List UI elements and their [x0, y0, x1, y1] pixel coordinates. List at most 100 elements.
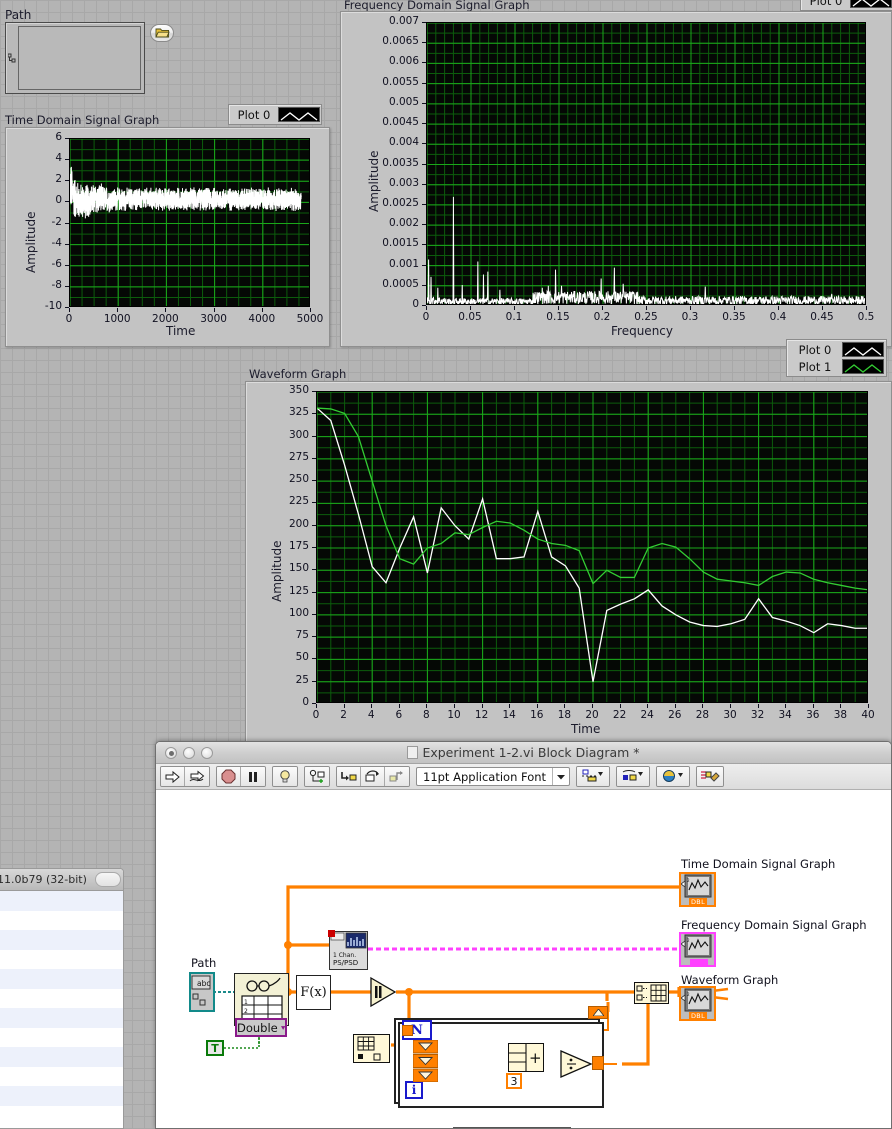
time-graph-ylabel: Amplitude [24, 211, 38, 274]
zoom-button[interactable] [201, 746, 213, 759]
time-domain-signal-graph-terminal[interactable]: 2 DBL [679, 872, 716, 907]
chevron-down-icon[interactable] [552, 768, 569, 785]
y-tickmark [422, 244, 426, 246]
loop-input-tunnel[interactable] [402, 1025, 413, 1036]
x-tickmark [822, 306, 823, 310]
block-diagram-titlebar[interactable]: Experiment 1-2.vi Block Diagram * [156, 742, 891, 764]
divide-node[interactable] [560, 1050, 593, 1082]
y-axis-tick: 0.003 [388, 176, 419, 189]
waveform-graph[interactable]: Amplitude Time 0 25 50 75 100 125 150 175 200 225… [245, 381, 892, 745]
legend-plot-swatch[interactable] [278, 107, 320, 122]
frequency-domain-signal-graph-terminal[interactable]: 2 [679, 932, 716, 967]
path-input[interactable] [5, 22, 145, 94]
block-diagram-toolbar[interactable]: 11pt Application Font [156, 764, 891, 790]
x-axis-tick: 1000 [103, 313, 131, 325]
x-tickmark [398, 704, 400, 708]
frequency-domain-signal-graph[interactable]: Amplitude Frequency 0 0.0005 0.001 0.0015 0.… [340, 11, 892, 347]
freq-graph-ylabel: Amplitude [367, 150, 381, 213]
step-into-button[interactable] [337, 767, 361, 786]
list-item[interactable] [0, 950, 123, 970]
x-tickmark [785, 704, 787, 708]
spectral-measurements-node[interactable]: 1 Chan. PS/PSD [328, 930, 368, 970]
loop-iteration-terminal[interactable]: i [405, 1081, 423, 1099]
legend-row[interactable]: Plot 0 [802, 0, 892, 9]
distribute-objects-button[interactable] [617, 767, 650, 786]
minimize-button[interactable] [183, 746, 195, 759]
terminal-label-freq-domain: Frequency Domain Signal Graph [681, 918, 867, 932]
x-tickmark [734, 306, 735, 310]
index-array-stack[interactable] [412, 1039, 439, 1083]
block-diagram-canvas[interactable]: Path abc 1 2 Double T F(x) 1 Chan. PS/PS… [156, 790, 891, 1128]
divisor-constant[interactable]: 3 [506, 1073, 522, 1089]
clean-up-diagram-button[interactable] [697, 767, 724, 786]
wave-graph-legend[interactable]: Plot 0 Plot 1 [786, 339, 887, 377]
waveform-graph-terminal[interactable]: 2 DBL [679, 986, 716, 1021]
legend-row[interactable]: Plot 1 [788, 358, 885, 375]
window-title-text: Experiment 1-2.vi Block Diagram * [422, 745, 640, 760]
y-tickmark [312, 413, 316, 415]
legend-row[interactable]: Plot 0 [788, 341, 885, 358]
time-graph-legend[interactable]: Plot 0 [228, 104, 322, 125]
font-selector[interactable]: 11pt Application Font [416, 767, 571, 786]
time-domain-signal-graph[interactable]: Amplitude Time -10 -8 -6 -4 -2 0 2 4 6 0 1000 2000 3… [5, 127, 330, 347]
close-button[interactable] [165, 746, 177, 759]
list-item[interactable] [0, 1086, 123, 1106]
y-tickmark [422, 82, 426, 84]
list-item[interactable] [0, 1028, 123, 1048]
time-graph-plot-area[interactable] [69, 138, 310, 307]
x-tickmark [602, 306, 603, 310]
y-axis-tick: 0.002 [388, 217, 419, 230]
wave-graph-plot-area[interactable] [316, 391, 868, 703]
add-node[interactable]: + [508, 1043, 544, 1072]
y-axis-tick: 0 [302, 696, 309, 708]
y-axis-tick: 0.0025 [382, 196, 419, 209]
freq-graph-legend[interactable]: Plot 0 [800, 0, 892, 11]
shift-register-up[interactable] [588, 1006, 608, 1019]
run-button[interactable] [161, 767, 185, 786]
legend-plot-swatch[interactable] [842, 342, 884, 357]
step-over-button[interactable] [361, 767, 385, 786]
y-tickmark [65, 159, 69, 161]
legend-plot-name: Plot 0 [809, 0, 843, 8]
highlight-execution-button[interactable] [273, 767, 297, 786]
step-out-button[interactable] [385, 767, 409, 786]
retain-wire-values-button[interactable] [305, 767, 329, 786]
reorder-objects-button[interactable] [657, 767, 690, 786]
legend-row[interactable]: Plot 0 [230, 106, 320, 123]
list-item[interactable] [0, 1047, 123, 1067]
svg-text:+: + [529, 1049, 542, 1067]
legend-plot-swatch[interactable] [842, 359, 884, 374]
list-item[interactable] [0, 969, 123, 989]
list-item[interactable] [0, 911, 123, 931]
block-diagram-window[interactable]: Experiment 1-2.vi Block Diagram * 11pt A… [155, 741, 892, 1129]
pause-button[interactable] [241, 767, 265, 786]
list-item[interactable] [0, 930, 123, 950]
path-terminal[interactable]: abc [189, 972, 215, 1012]
x-tickmark [213, 308, 215, 312]
background-search-field[interactable] [95, 872, 121, 887]
list-item[interactable] [0, 891, 123, 911]
list-item[interactable] [0, 1106, 123, 1126]
x-tickmark [509, 704, 511, 708]
freq-graph-plot-area[interactable] [426, 22, 866, 305]
build-array-node[interactable] [634, 982, 669, 1004]
list-item[interactable] [0, 1067, 123, 1087]
array-subset-node[interactable] [353, 1034, 390, 1063]
index-array-node[interactable] [369, 976, 397, 1012]
loop-output-tunnel[interactable] [592, 1056, 604, 1070]
legend-plot-swatch[interactable] [850, 0, 892, 8]
formula-node[interactable]: F(x) [296, 975, 331, 1010]
representation-dropdown[interactable]: Double [235, 1018, 287, 1037]
abort-execution-button[interactable] [217, 767, 241, 786]
y-tickmark [422, 62, 426, 64]
browse-folder-button[interactable] [150, 24, 174, 42]
path-terminal-glyph [8, 53, 16, 63]
list-item[interactable] [0, 1008, 123, 1028]
background-window[interactable]: 11.0b79 (32-bit) [0, 868, 124, 1129]
boolean-true-constant[interactable]: T [206, 1040, 224, 1056]
align-group [576, 766, 611, 787]
run-continuously-button[interactable] [185, 767, 209, 786]
align-objects-button[interactable] [577, 767, 610, 786]
path-control[interactable]: Path [5, 8, 31, 22]
list-item[interactable] [0, 989, 123, 1009]
